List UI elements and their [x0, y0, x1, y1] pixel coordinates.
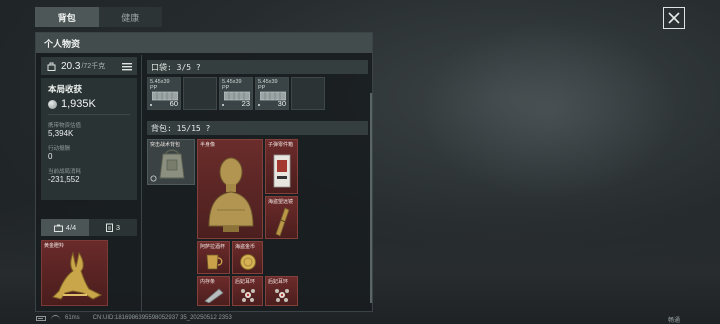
item-name: 海盗望远镜 — [268, 199, 294, 205]
cup-icon — [206, 254, 223, 270]
panel-title: 个人物资 — [36, 33, 372, 53]
sort-list-button[interactable] — [120, 59, 134, 73]
backpack-item-pack[interactable]: 突击战术背包 — [147, 139, 195, 185]
ammo-label: 5.45x39 PP — [150, 79, 170, 91]
ammo-label: 5.45x39 PP — [258, 79, 278, 91]
tab-case[interactable]: 3 — [89, 219, 137, 236]
tab-backpack[interactable]: 背包 — [35, 7, 99, 27]
backpack-item-coin[interactable]: 海盗金币 — [232, 241, 263, 274]
item-name: 海盗金币 — [235, 244, 256, 250]
ping-value: 61ms — [65, 315, 80, 321]
card-icon — [273, 154, 291, 188]
coin-icon — [48, 99, 57, 109]
pocket-slot-4[interactable]: 5.45x39 PP 30 — [255, 77, 289, 110]
case-icon — [105, 223, 113, 232]
background-light — [420, 20, 680, 200]
pocket-slot-1[interactable]: 5.45x39 PP 60 — [147, 77, 181, 110]
network-status-badge: 畅通 — [668, 318, 681, 324]
ammo-count: 30 — [277, 99, 286, 108]
item-dot — [150, 104, 152, 106]
ammo-label: 5.45x39 PP — [222, 79, 242, 91]
ammo-count: 23 — [241, 99, 250, 108]
gold-coin-icon — [240, 254, 256, 270]
column-separator — [141, 55, 142, 311]
telescope-icon — [275, 207, 290, 237]
golden-gazelle-icon — [52, 251, 103, 300]
consumption-value: -231,552 — [48, 175, 80, 184]
backpack-item-telescope[interactable]: 海盗望远镜 — [265, 196, 298, 239]
battery-icon — [36, 315, 46, 321]
personal-stash-panel: 个人物资 20.3/72千克 本局收获 1,935K 携带物资估值 5,394K… — [35, 32, 373, 312]
earring-icon — [241, 289, 255, 302]
close-button[interactable] — [663, 7, 685, 29]
equipment-slot[interactable]: 黄金瞪羚 — [41, 240, 108, 306]
carried-value-label: 携带物资估值 — [48, 123, 82, 129]
item-name: 内存条 — [200, 279, 216, 285]
refresh-icon — [150, 175, 157, 182]
memory-stick-icon — [204, 288, 224, 303]
consumption-label: 当前战局消耗 — [48, 169, 82, 175]
status-bar: 61ms CN:UID:1816986395598052937 35_20250… — [36, 313, 232, 323]
backpack-item-bust[interactable]: 半身像 — [197, 139, 263, 239]
pocket-slot-5[interactable] — [291, 77, 325, 110]
round-income-label: 本局收获 — [48, 84, 83, 94]
tab-equipment[interactable]: 4/4 — [41, 219, 89, 236]
tab-health[interactable]: 健康 — [99, 7, 163, 27]
backpack-item-cartridge[interactable]: 子弹零件箱 — [265, 139, 298, 194]
weight-icon — [47, 62, 56, 71]
equipment-count: 4/4 — [65, 223, 77, 232]
round-stats: 本局收获 1,935K 携带物资估值 5,394K 行动报酬 0 当前战局消耗 … — [41, 78, 137, 200]
item-name: 半身像 — [200, 142, 216, 148]
scrollbar[interactable] — [370, 93, 372, 303]
close-icon — [668, 12, 680, 24]
weight-current: 20.3 — [61, 60, 81, 72]
bust-icon — [208, 157, 254, 232]
action-reward-label: 行动报酬 — [48, 146, 71, 152]
item-name: 后妃耳环 — [235, 279, 256, 285]
item-name: 后妃耳环 — [268, 279, 289, 285]
item-name: 阿萨拉酒杯 — [200, 244, 226, 250]
pocket-slot-3[interactable]: 5.45x39 PP 23 — [219, 77, 253, 110]
equipment-icon — [53, 224, 63, 232]
item-dot — [258, 104, 260, 106]
item-name: 突击战术背包 — [150, 142, 181, 148]
backpack-icon — [159, 149, 185, 179]
action-reward: 0 — [48, 152, 53, 161]
wifi-icon — [51, 315, 60, 321]
backpack-item-ingot[interactable]: 内存条 — [197, 276, 230, 306]
backpack-item-earring-2[interactable]: 后妃耳环 — [265, 276, 298, 306]
case-count: 3 — [115, 223, 121, 232]
divider — [48, 114, 130, 115]
equipment-tabs: 4/4 3 — [41, 219, 137, 236]
pocket-header: 口袋: 3/5 ? — [147, 60, 368, 74]
backpack-item-cup[interactable]: 阿萨拉酒杯 — [197, 241, 230, 274]
item-name: 子弹零件箱 — [268, 142, 294, 148]
earring-icon — [275, 289, 289, 302]
weight-max: /72千克 — [81, 63, 106, 70]
item-dot — [222, 104, 224, 106]
backpack-item-earring-1[interactable]: 后妃耳环 — [232, 276, 263, 306]
user-id: CN:UID:1816986395598052937 35_20250512 2… — [92, 315, 232, 321]
pocket-slot-2[interactable] — [183, 77, 217, 110]
backpack-header: 背包: 15/15 ? — [147, 121, 368, 135]
top-tab-bar: 背包 健康 — [35, 7, 162, 27]
list-icon — [122, 62, 132, 70]
ammo-count: 60 — [169, 99, 178, 108]
round-income-value: 1,935K — [61, 98, 96, 110]
carried-value: 5,394K — [48, 129, 74, 138]
